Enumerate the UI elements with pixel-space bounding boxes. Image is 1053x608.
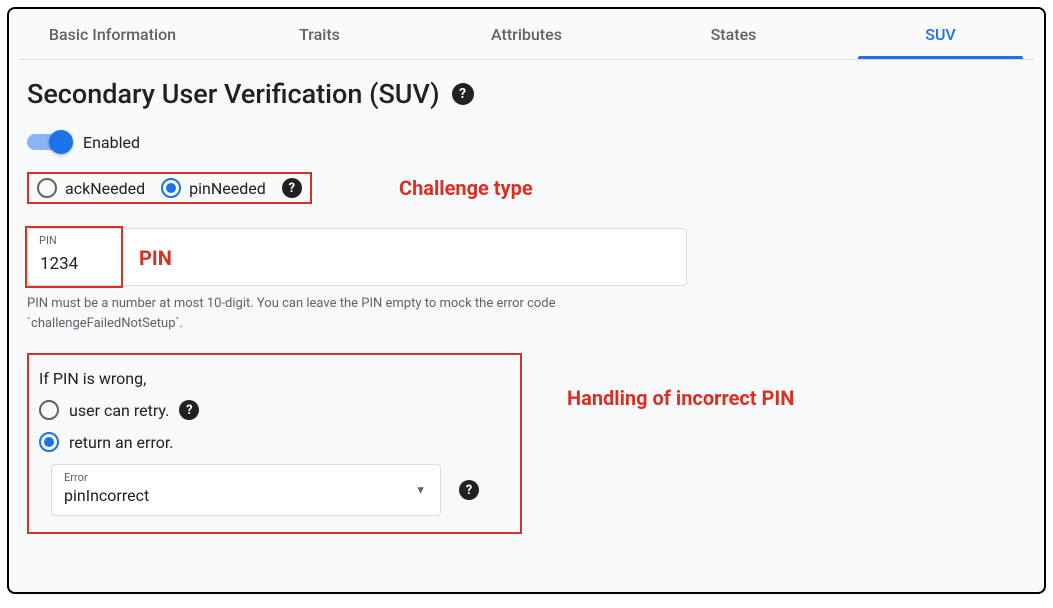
- tab-suv[interactable]: SUV: [837, 9, 1044, 59]
- enabled-toggle[interactable]: [27, 130, 73, 154]
- enabled-toggle-label: Enabled: [83, 133, 140, 152]
- radio-ackneeded-label: ackNeeded: [65, 179, 145, 198]
- radio-user-can-retry[interactable]: user can retry. ?: [39, 400, 506, 420]
- radio-pinneeded[interactable]: pinNeeded: [161, 178, 266, 198]
- tab-basic-information[interactable]: Basic Information: [9, 9, 216, 59]
- radio-ackneeded[interactable]: ackNeeded: [37, 178, 145, 198]
- challenge-type-annotation: Challenge type: [399, 176, 533, 200]
- radio-circle-icon: [39, 432, 59, 452]
- wrong-pin-annotation: Handling of incorrect PIN: [567, 385, 794, 412]
- tab-attributes[interactable]: Attributes: [423, 9, 630, 59]
- radio-dot-icon: [44, 437, 54, 447]
- toggle-knob: [49, 130, 73, 154]
- help-icon[interactable]: ?: [179, 400, 199, 420]
- chevron-down-icon: ▼: [415, 484, 426, 497]
- pin-annotation: PIN: [139, 246, 172, 270]
- pin-helper-text: PIN must be a number at most 10-digit. Y…: [27, 294, 687, 333]
- error-select[interactable]: Error pinIncorrect ▼: [51, 464, 441, 516]
- error-select-value: pinIncorrect: [64, 486, 428, 505]
- radio-circle-icon: [161, 178, 181, 198]
- radio-dot-icon: [166, 183, 176, 193]
- radio-user-can-retry-label: user can retry.: [69, 401, 169, 420]
- wrong-pin-callout-box: If PIN is wrong, user can retry. ? retur…: [27, 353, 522, 534]
- wrong-pin-title: If PIN is wrong,: [39, 369, 506, 388]
- error-select-label: Error: [64, 471, 88, 484]
- radio-return-error-label: return an error.: [69, 433, 174, 452]
- radio-circle-icon: [39, 400, 59, 420]
- pin-field-label: PIN: [39, 234, 57, 247]
- tab-traits[interactable]: Traits: [216, 9, 423, 59]
- pin-input[interactable]: [27, 228, 687, 286]
- page-title: Secondary User Verification (SUV): [27, 78, 440, 110]
- help-icon[interactable]: ?: [459, 480, 479, 500]
- radio-circle-icon: [37, 178, 57, 198]
- tab-states[interactable]: States: [630, 9, 837, 59]
- radio-return-error[interactable]: return an error.: [39, 432, 506, 452]
- challenge-type-callout-box: ackNeeded pinNeeded ?: [27, 172, 312, 204]
- tabs-bar: Basic Information Traits Attributes Stat…: [9, 9, 1044, 59]
- help-icon[interactable]: ?: [282, 178, 302, 198]
- help-icon[interactable]: ?: [452, 83, 474, 105]
- radio-pinneeded-label: pinNeeded: [189, 179, 266, 198]
